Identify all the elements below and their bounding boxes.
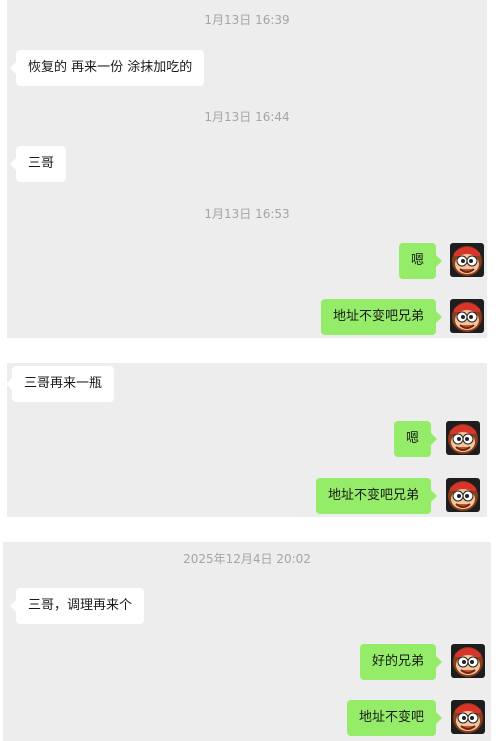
sent-message[interactable]: 好的兄弟 [359, 644, 443, 680]
received-message[interactable]: 恢复的 再来一份 涂抹加吃的 [9, 50, 205, 86]
sent-message[interactable]: 嗯 [393, 421, 438, 457]
chat-panel-1[interactable]: 1月13日 16:39 恢复的 再来一份 涂抹加吃的 1月13日 16:44 三… [7, 0, 487, 338]
sent-message[interactable]: 地址不变吧兄弟 [320, 299, 443, 335]
sent-message[interactable]: 地址不变吧 [346, 700, 443, 736]
received-message[interactable]: 三哥 [9, 146, 67, 182]
cartoon-monkey-avatar-icon[interactable] [446, 478, 480, 512]
received-message[interactable]: 三哥再来一瓶 [7, 366, 115, 402]
cartoon-monkey-avatar-icon[interactable] [450, 243, 484, 277]
cartoon-monkey-avatar-icon[interactable] [451, 700, 485, 734]
cartoon-monkey-avatar-icon[interactable] [451, 644, 485, 678]
timestamp: 1月13日 16:44 [204, 110, 290, 124]
sent-message[interactable]: 嗯 [398, 243, 443, 279]
timestamp: 1月13日 16:39 [204, 13, 290, 27]
chat-panel-2[interactable]: 三哥再来一瓶 嗯 地址不变吧兄弟 [7, 363, 487, 517]
cartoon-monkey-avatar-icon[interactable] [450, 299, 484, 333]
timestamp: 1月13日 16:53 [204, 207, 290, 221]
sent-message[interactable]: 地址不变吧兄弟 [315, 478, 438, 514]
cartoon-monkey-avatar-icon[interactable] [446, 421, 480, 455]
received-message[interactable]: 三哥，调理再来个 [9, 588, 145, 624]
timestamp: 2025年12月4日 20:02 [183, 552, 311, 566]
chat-panel-3[interactable]: 2025年12月4日 20:02 三哥，调理再来个 好的兄弟 地址不变吧 [3, 542, 491, 741]
